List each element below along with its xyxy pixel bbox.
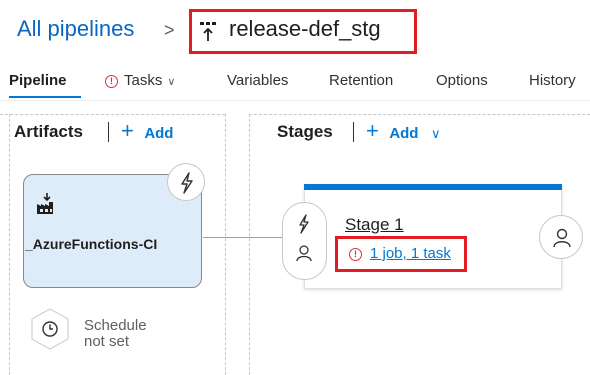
tab-tasks-label: Tasks [124, 72, 163, 89]
schedule-line-2: not set [84, 333, 130, 350]
artifact-stage-connector [203, 237, 283, 238]
tab-pipeline[interactable]: Pipeline [9, 72, 67, 89]
artifacts-title: Artifacts [14, 122, 83, 141]
person-icon [296, 245, 312, 262]
add-stage-button[interactable]: + Add ∨ [366, 118, 441, 143]
release-pipeline-icon [200, 22, 216, 41]
active-tab-indicator [9, 96, 81, 98]
warning-icon: ! [105, 75, 118, 88]
lightning-icon [299, 214, 309, 234]
stage-jobs-tasks-link[interactable]: 1 job, 1 task [370, 245, 451, 262]
pre-deployment-icons [296, 214, 312, 262]
breadcrumb-all-pipelines[interactable]: All pipelines [17, 16, 134, 42]
schedule-status: Schedule not set [84, 318, 147, 350]
tab-tasks[interactable]: ! Tasks ∨ [105, 72, 175, 89]
stage-card-accent-bar [304, 184, 562, 190]
tab-bar-divider [0, 100, 590, 101]
add-artifact-label: Add [144, 125, 174, 142]
tab-variables[interactable]: Variables [227, 72, 288, 89]
add-artifact-button[interactable]: + Add [121, 118, 174, 143]
add-stage-label: Add [389, 125, 419, 142]
page-title: release-def_stg [229, 16, 381, 41]
post-deployment-approvals-button[interactable] [539, 215, 583, 259]
artifacts-panel-left-border [9, 114, 10, 375]
stages-panel-left-border [249, 114, 250, 375]
schedule-trigger-button[interactable] [29, 308, 71, 350]
pre-deployment-conditions-button[interactable] [282, 202, 327, 280]
plus-icon: + [366, 118, 379, 143]
stages-panel-top-border [249, 114, 590, 115]
artifacts-divider [108, 122, 109, 142]
tab-retention[interactable]: Retention [329, 72, 393, 89]
build-artifact-icon [37, 193, 53, 214]
artifacts-panel-top-border [0, 114, 225, 115]
artifact-name: _AzureFunctions-CI [25, 236, 158, 252]
plus-icon: + [121, 118, 134, 143]
continuous-deployment-trigger-button[interactable] [167, 163, 205, 201]
person-icon [553, 228, 571, 248]
schedule-line-1: Schedule [84, 317, 147, 334]
chevron-down-icon: ∨ [167, 76, 176, 88]
lightning-icon [181, 172, 193, 194]
warning-icon: ! [349, 248, 362, 261]
stages-title: Stages [277, 122, 333, 141]
stage-name[interactable]: Stage 1 [345, 215, 404, 235]
tab-options[interactable]: Options [436, 72, 488, 89]
tab-history[interactable]: History [529, 72, 576, 89]
stages-divider [353, 122, 354, 142]
chevron-down-icon: ∨ [430, 126, 441, 141]
artifacts-panel-right-border [225, 114, 226, 375]
breadcrumb-separator: > [164, 20, 175, 40]
